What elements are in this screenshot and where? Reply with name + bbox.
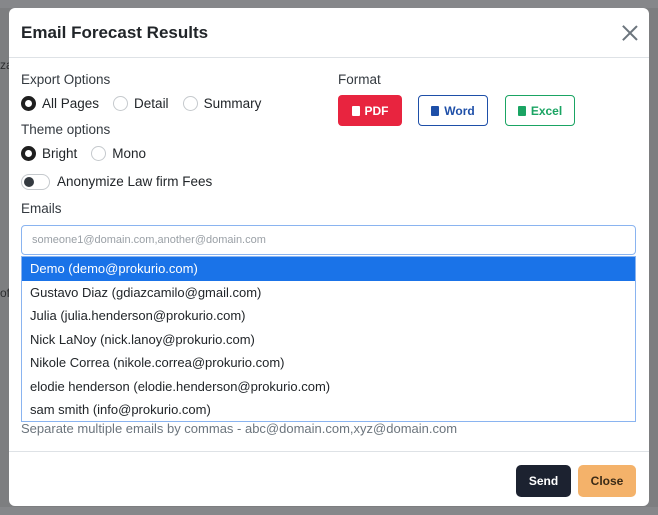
- export-options-label: Export Options: [21, 72, 111, 87]
- theme-options-label: Theme options: [21, 122, 111, 137]
- toggle-knob: [24, 177, 34, 187]
- emails-input[interactable]: [21, 225, 636, 255]
- radio-icon[interactable]: [182, 96, 198, 111]
- email-suggestions-dropdown: Demo (demo@prokurio.com) Gustavo Diaz (g…: [21, 256, 636, 422]
- anonymize-toggle[interactable]: [21, 174, 50, 190]
- export-option-label: Summary: [203, 96, 262, 111]
- emails-label: Emails: [21, 201, 62, 216]
- pdf-export-button[interactable]: PDF: [338, 95, 402, 126]
- export-option-all-pages[interactable]: All Pages: [21, 96, 99, 111]
- email-suggestion-item[interactable]: sam smith (info@prokurio.com): [22, 398, 635, 422]
- theme-option-mono[interactable]: Mono: [91, 146, 146, 161]
- email-suggestion-item[interactable]: Demo (demo@prokurio.com): [22, 257, 635, 281]
- modal-footer: Send Close: [9, 451, 649, 506]
- export-option-detail[interactable]: Detail: [113, 96, 169, 111]
- theme-option-label: Bright: [42, 146, 78, 161]
- word-export-button[interactable]: Word: [418, 95, 488, 126]
- email-suggestion-item[interactable]: Gustavo Diaz (gdiazcamilo@gmail.com): [22, 281, 635, 305]
- email-suggestion-item[interactable]: elodie henderson (elodie.henderson@proku…: [22, 375, 635, 399]
- export-option-label: All Pages: [42, 96, 100, 111]
- anonymize-label: Anonymize Law firm Fees: [57, 174, 213, 189]
- theme-option-label: Mono: [112, 146, 147, 161]
- theme-option-bright[interactable]: Bright: [21, 146, 77, 161]
- email-forecast-modal: Email Forecast Results Export Options Al…: [9, 8, 649, 506]
- theme-options-group: Bright Mono: [21, 146, 160, 161]
- modal-title: Email Forecast Results: [21, 23, 209, 42]
- excel-export-button[interactable]: Excel: [505, 95, 575, 126]
- excel-button-label: Excel: [530, 103, 563, 118]
- word-file-icon: [431, 105, 440, 116]
- radio-icon[interactable]: [91, 146, 107, 161]
- pdf-button-label: PDF: [364, 103, 389, 118]
- close-icon[interactable]: [621, 24, 639, 42]
- email-suggestion-item[interactable]: Julia (julia.henderson@prokurio.com): [22, 304, 635, 328]
- radio-icon[interactable]: [113, 96, 129, 111]
- modal-header: Email Forecast Results: [9, 8, 649, 58]
- radio-checked-icon[interactable]: [21, 146, 36, 161]
- export-option-label: Detail: [134, 96, 169, 111]
- page-backdrop-top: [0, 0, 658, 8]
- pdf-file-icon: [351, 105, 360, 116]
- export-option-summary[interactable]: Summary: [182, 96, 262, 111]
- radio-checked-icon[interactable]: [21, 96, 36, 111]
- send-button[interactable]: Send: [516, 465, 571, 497]
- page-backdrop-bottom: [0, 507, 658, 515]
- close-button[interactable]: Close: [578, 465, 636, 497]
- excel-file-icon: [517, 105, 526, 116]
- format-label: Format: [338, 72, 381, 87]
- emails-help-text: Separate multiple emails by commas - abc…: [21, 421, 458, 436]
- email-suggestion-item[interactable]: Nick LaNoy (nick.lanoy@prokurio.com): [22, 328, 635, 352]
- word-button-label: Word: [444, 103, 475, 118]
- export-options-group: All Pages Detail Summary: [21, 96, 275, 111]
- email-suggestion-item[interactable]: Nikole Correa (nikole.correa@prokurio.co…: [22, 351, 635, 375]
